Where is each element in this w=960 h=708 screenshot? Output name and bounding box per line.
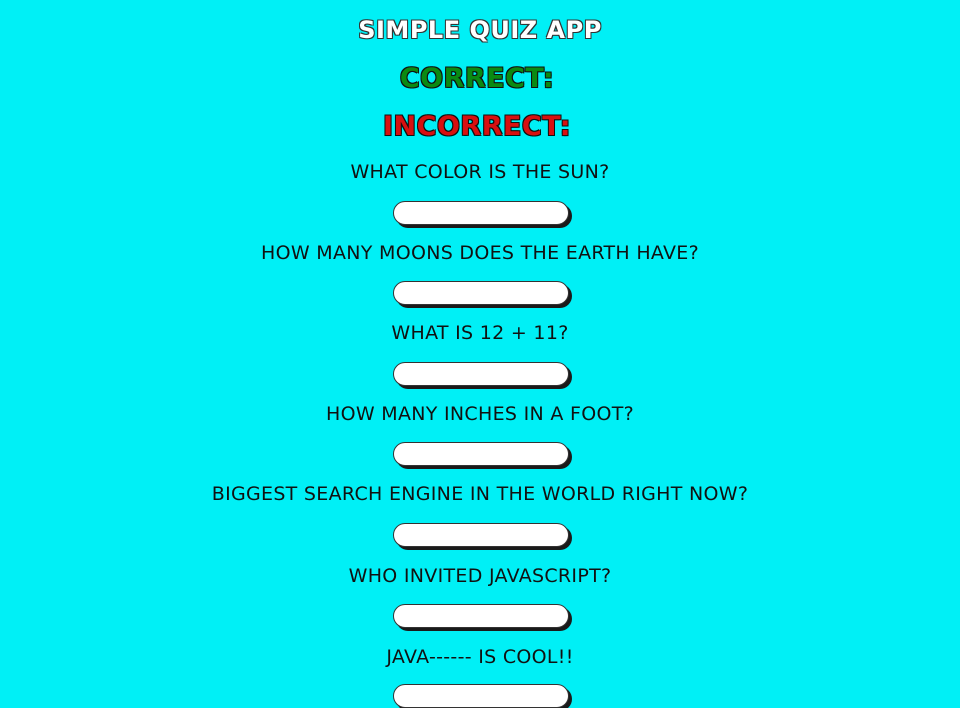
- question-2: HOW MANY MOONS DOES THE EARTH HAVE?: [261, 242, 699, 264]
- answer-input-4[interactable]: [393, 442, 569, 466]
- question-3: WHAT IS 12 + 11?: [391, 322, 569, 344]
- incorrect-label: INCORRECT:: [383, 111, 571, 142]
- answer-input-3[interactable]: [393, 362, 569, 386]
- question-4: HOW MANY INCHES IN A FOOT?: [325, 403, 634, 425]
- answer-input-5[interactable]: [393, 523, 569, 547]
- incorrect-score: INCORRECT:: [0, 110, 960, 144]
- question-7: JAVA------ IS COOL!!: [386, 646, 574, 668]
- question-6: WHO INVITED JAVASCRIPT?: [348, 565, 612, 587]
- answer-input-2[interactable]: [393, 281, 569, 305]
- correct-score: CORRECT:: [0, 62, 960, 96]
- answer-input-6[interactable]: [393, 604, 569, 628]
- question-1: WHAT COLOR IS THE SUN?: [350, 161, 610, 183]
- question-5: BIGGEST SEARCH ENGINE IN THE WORLD RIGHT…: [211, 483, 749, 505]
- app-title: SIMPLE QUIZ APP: [358, 16, 602, 44]
- correct-label: CORRECT:: [399, 63, 555, 94]
- answer-input-1[interactable]: [393, 201, 569, 225]
